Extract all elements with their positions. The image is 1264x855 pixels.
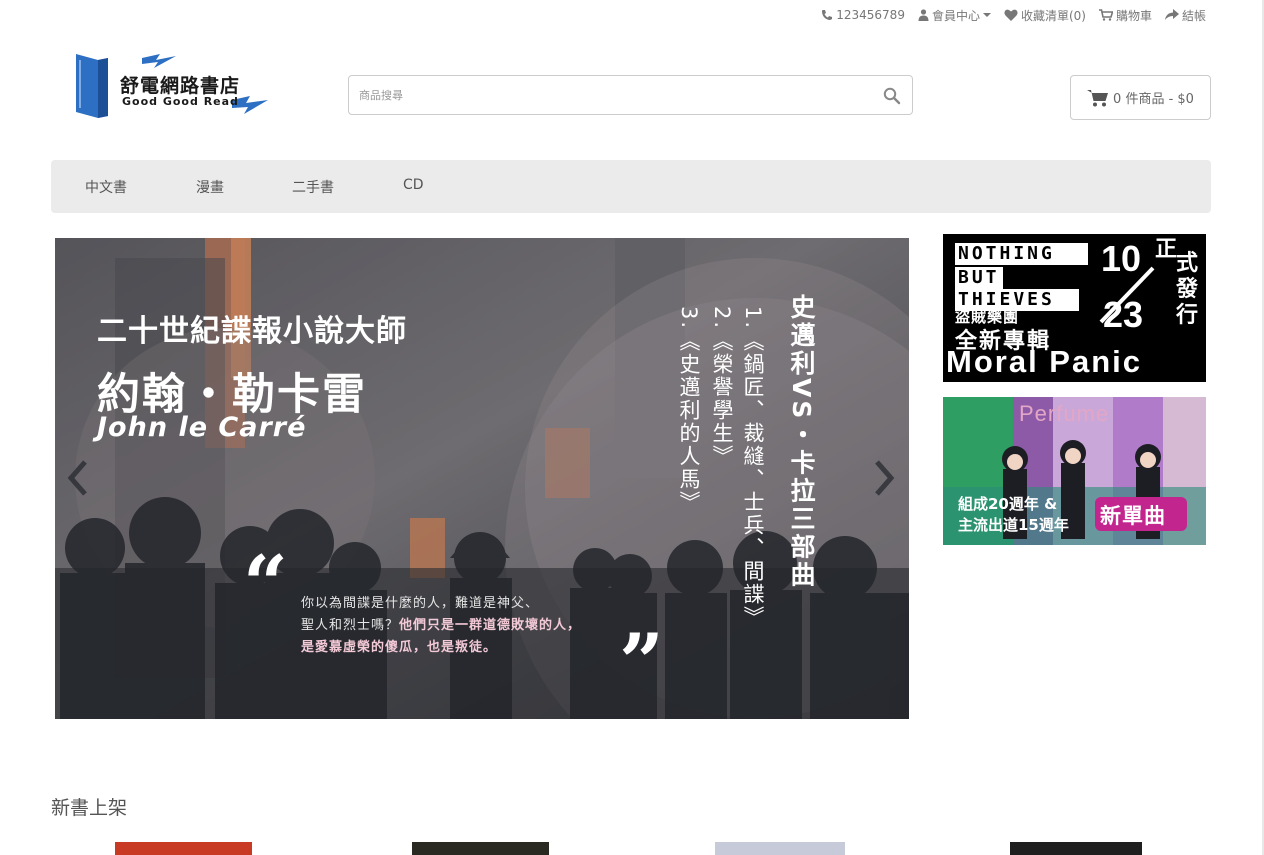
- cart-summary-label: 0 件商品 - $0: [1113, 92, 1194, 107]
- page: 123456789 會員中心 收藏清單(0) 購物車 結帳 舒電網路書店 Goo…: [0, 0, 1264, 855]
- carousel-next-arrow-icon[interactable]: [869, 458, 899, 498]
- ad1-album-title: Moral Panic: [946, 344, 1142, 379]
- quote-line-2a: 聖人和烈士嗎？: [301, 618, 400, 633]
- ad2-line-2: 主流出道15週年: [958, 516, 1069, 534]
- search-input[interactable]: [359, 84, 859, 106]
- quote-line-2: 聖人和烈士嗎？他們只是一群道德敗壞的人，: [301, 615, 581, 637]
- phone-icon: [822, 10, 833, 20]
- ad1-band-line-1: NOTHING: [958, 243, 1055, 264]
- cart-link-label: 購物車: [1115, 8, 1152, 23]
- logo-subtitle: Good Good Read: [122, 95, 239, 108]
- ad1-date-day: 23: [1103, 294, 1144, 335]
- ad1-release-4: 行: [1176, 303, 1199, 328]
- ad2-artist: Perfume: [1019, 401, 1110, 426]
- category-nav: 中文書 漫畫 二手書 CD: [51, 160, 1211, 213]
- ad2-line-1: 組成20週年 &: [958, 495, 1058, 513]
- ad1-release-3: 發: [1176, 277, 1199, 302]
- cart-summary-button[interactable]: 0 件商品 - $0: [1070, 75, 1211, 120]
- hero-book-1: 1.《鍋匠、裁縫、士兵、間諜》: [741, 306, 765, 630]
- ad1-release-2: 式: [1176, 251, 1199, 276]
- carousel-prev-arrow-icon[interactable]: [63, 458, 93, 498]
- phone-link[interactable]: 123456789: [821, 8, 905, 22]
- ad2-badge: 新單曲: [1100, 504, 1166, 528]
- quote-line-3: 是愛慕虛榮的傻瓜，也是叛徒。: [301, 640, 498, 655]
- book-cover-thumbnail[interactable]: [1010, 842, 1142, 855]
- logo-title: 舒電網路書店: [120, 75, 241, 97]
- close-quote-mark: ”: [619, 617, 664, 708]
- wishlist-link[interactable]: 收藏清單(0): [1004, 7, 1086, 24]
- search-box: [348, 75, 913, 115]
- ad-banner-perfume[interactable]: Perfume 組成20週年 & 主流出道15週年 新單曲: [943, 397, 1206, 545]
- heart-icon: [1004, 9, 1018, 21]
- account-label: 會員中心: [931, 8, 980, 23]
- quote-line-1: 你以為間諜是什麼的人，難道是神父、: [301, 596, 540, 611]
- hero-trilogy-title: 史邁利VS・卡拉三部曲: [787, 294, 816, 590]
- user-icon: [918, 9, 929, 21]
- new-books-heading: 新書上架: [51, 797, 128, 819]
- caret-down-icon: [982, 13, 991, 17]
- share-icon: [1164, 9, 1179, 20]
- hero-book-3: 3.《史邁利的人馬》: [677, 306, 701, 515]
- store-logo[interactable]: 舒電網路書店 Good Good Read: [72, 50, 272, 122]
- hero-subtitle: 二十世紀諜報小說大師: [97, 314, 407, 349]
- hero-author-name-en: John le Carré: [97, 412, 307, 443]
- book-cover-thumbnail[interactable]: [115, 842, 252, 855]
- book-cover-thumbnail[interactable]: [412, 842, 549, 855]
- top-links-bar: 123456789 會員中心 收藏清單(0) 購物車 結帳: [821, 6, 1206, 24]
- checkout-link[interactable]: 結帳: [1164, 7, 1206, 24]
- checkout-label: 結帳: [1181, 8, 1206, 23]
- book-cover-thumbnail[interactable]: [715, 842, 845, 855]
- nav-item-cd[interactable]: CD: [403, 177, 424, 193]
- hero-quote: 你以為間諜是什麼的人，難道是神父、 聖人和烈士嗎？他們只是一群道德敗壞的人， 是…: [301, 593, 581, 659]
- ad-banner-nothing-but-thieves[interactable]: NOTHING BUT THIEVES 盜賊樂團 全新專輯 Moral Pani…: [943, 234, 1206, 382]
- cart-link[interactable]: 購物車: [1098, 7, 1152, 24]
- ad1-date-month: 10: [1101, 238, 1142, 279]
- wishlist-label: 收藏清單(0): [1020, 8, 1086, 23]
- nav-item-used-books[interactable]: 二手書: [292, 177, 334, 197]
- ad1-release-1: 正: [1155, 237, 1178, 262]
- shopping-cart-icon: [1087, 89, 1109, 106]
- nav-item-chinese-books[interactable]: 中文書: [85, 177, 127, 197]
- account-menu[interactable]: 會員中心: [918, 7, 991, 24]
- hero-book-2: 2.《榮譽學生》: [710, 306, 734, 469]
- shopping-cart-icon: [1098, 9, 1113, 21]
- open-quote-mark: “: [243, 539, 288, 630]
- phone-text: 123456789: [836, 8, 905, 22]
- quote-line-2b: 他們只是一群道德敗壞的人，: [399, 618, 582, 633]
- hero-carousel[interactable]: 二十世紀諜報小說大師 約翰・勒卡雷 John le Carré 史邁利VS・卡拉…: [55, 238, 909, 719]
- ad1-band-line-2: BUT: [958, 267, 1000, 288]
- search-icon[interactable]: [882, 86, 902, 106]
- nav-item-comics[interactable]: 漫畫: [196, 177, 224, 197]
